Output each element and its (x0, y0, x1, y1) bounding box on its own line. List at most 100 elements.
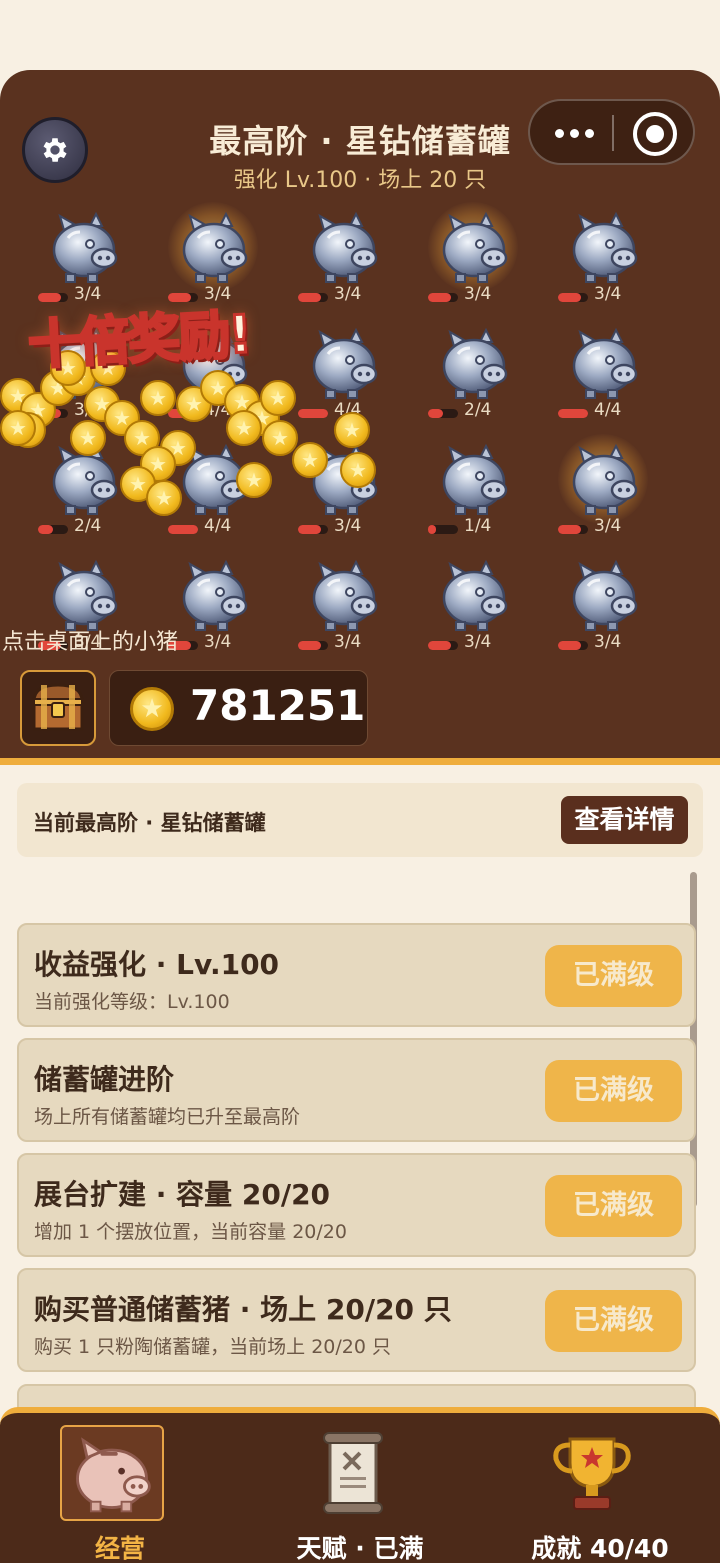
pig-progress-fill (298, 641, 321, 650)
pig-progress-bar (298, 525, 328, 534)
maxed-button[interactable]: 已满级 (545, 1290, 682, 1352)
pig-slot[interactable]: 3/4 (418, 556, 528, 666)
upgrade-title: 收益强化 · Lv.100 (34, 948, 280, 981)
pig-slot[interactable]: 3/4 (418, 202, 528, 318)
gear-icon (43, 138, 67, 162)
upgrade-row-buy-pig: 购买普通储蓄猪 · 场上 20/20 只 购买 1 只粉陶储蓄罐，当前场上 20… (17, 1268, 696, 1372)
treasure-chest-button[interactable] (20, 670, 96, 746)
tab-talent[interactable]: 天赋 · 已满 (240, 1419, 480, 1563)
bottom-nav: 经营 天赋 · 已满 成就 40/40 (0, 1407, 720, 1563)
pig-progress-bar (558, 641, 588, 650)
reward-banner: 十倍奖励! (25, 303, 253, 378)
silver-piggy-bank-icon (312, 559, 378, 631)
pig-progress-fill (168, 525, 198, 534)
silver-piggy-bank-icon (312, 211, 378, 283)
tab-label: 经营 (94, 1534, 145, 1563)
upgrade-title: 展台扩建 · 容量 20/20 (34, 1178, 331, 1211)
maxed-button[interactable]: 已满级 (545, 945, 682, 1007)
capsule-divider (612, 115, 614, 151)
pig-slot[interactable]: 4/4 (548, 324, 658, 434)
pig-progress-bar (38, 525, 68, 534)
tab-achievements[interactable]: 成就 40/40 (480, 1419, 720, 1563)
upgrade-description: 当前强化等级：Lv.100 (34, 991, 230, 1013)
pig-progress-bar (428, 293, 458, 302)
pig-progress-fill (428, 293, 451, 302)
upgrade-title: 购买普通储蓄猪 · 场上 20/20 只 (34, 1293, 452, 1326)
tab-manage[interactable]: 经营 (0, 1419, 240, 1563)
pig-progress-bar (298, 641, 328, 650)
pig-progress-bar (428, 409, 458, 418)
silver-piggy-bank-icon (442, 559, 508, 631)
pig-progress-label: 3/4 (204, 632, 232, 652)
miniprogram-capsule (528, 99, 695, 165)
view-details-button[interactable]: 查看详情 (561, 796, 688, 844)
upgrade-description: 购买 1 只粉陶储蓄罐，当前场上 20/20 只 (34, 1336, 392, 1358)
current-tier-card: 当前最高阶 · 星钻储蓄罐 查看详情 (17, 783, 703, 857)
star-coin-icon (130, 687, 174, 731)
pig-slot[interactable]: 3/4 (548, 434, 658, 550)
more-dots-icon[interactable] (544, 111, 604, 155)
silver-piggy-bank-icon (572, 211, 638, 283)
pig-progress-label: 4/4 (204, 516, 232, 536)
current-tier-label: 当前最高阶 · 星钻储蓄罐 (33, 811, 266, 835)
pig-progress-label: 3/4 (334, 632, 362, 652)
pig-progress-label: 3/4 (74, 400, 102, 420)
pig-progress-bar (168, 409, 198, 418)
settings-button[interactable] (22, 117, 88, 183)
upgrade-description: 增加 1 个摆放位置，当前容量 20/20 (34, 1221, 347, 1243)
pig-progress-fill (558, 293, 581, 302)
tab-label: 成就 40/40 (531, 1534, 669, 1563)
maxed-button[interactable]: 已满级 (545, 1060, 682, 1122)
pig-progress-label: 3/4 (464, 632, 492, 652)
silver-piggy-bank-icon (182, 443, 248, 515)
pig-progress-label: 4/4 (334, 400, 362, 420)
panel-divider (0, 758, 720, 765)
pig-progress-fill (558, 525, 581, 534)
silver-piggy-bank-icon (182, 559, 248, 631)
pig-progress-fill (38, 293, 61, 302)
pig-progress-bar (558, 293, 588, 302)
silver-piggy-bank-icon (312, 327, 378, 399)
target-close-icon[interactable] (633, 112, 677, 156)
pig-progress-fill (298, 525, 321, 534)
pig-slot[interactable]: 2/4 (28, 440, 138, 550)
pig-slot[interactable]: 3/4 (288, 440, 398, 550)
pig-progress-bar (558, 525, 588, 534)
pig-progress-label: 3/4 (594, 516, 622, 536)
page-title: 最高阶 · 星钻储蓄罐 (209, 122, 511, 160)
pig-slot[interactable]: 3/4 (288, 556, 398, 666)
pig-slot[interactable]: 3/4 (548, 208, 658, 318)
pig-progress-label: 3/4 (464, 284, 492, 304)
pig-slot[interactable]: 3/4 (548, 556, 658, 666)
silver-piggy-bank-icon (182, 211, 248, 283)
pig-progress-label: 4/4 (594, 400, 622, 420)
pig-progress-fill (298, 409, 328, 418)
pig-progress-label: 4/4 (204, 400, 232, 420)
pig-progress-label: 2/4 (464, 400, 492, 420)
silver-piggy-bank-icon (572, 559, 638, 631)
upgrade-title: 储蓄罐进阶 (34, 1063, 175, 1096)
coin-count: 781251 (190, 681, 366, 730)
pig-slot[interactable]: 1/4 (418, 440, 528, 550)
piggy-bank-icon (60, 1425, 164, 1521)
upgrade-row-tier: 储蓄罐进阶 场上所有储蓄罐均已升至最高阶 已满级 (17, 1038, 696, 1142)
treasure-chest-icon (32, 683, 84, 731)
page-subtitle: 强化 Lv.100 · 场上 20 只 (233, 168, 487, 193)
pig-progress-bar (428, 525, 458, 534)
scroll-icon (300, 1425, 404, 1521)
pig-progress-fill (558, 641, 581, 650)
pig-progress-bar (298, 409, 328, 418)
silver-piggy-bank-icon (442, 211, 508, 283)
pig-progress-fill (38, 525, 53, 534)
pig-progress-label: 2/4 (74, 516, 102, 536)
pig-slot[interactable]: 4/4 (158, 440, 268, 550)
pig-progress-fill (428, 525, 436, 534)
pig-progress-label: 3/4 (594, 284, 622, 304)
pig-progress-bar (558, 409, 588, 418)
pig-slot[interactable]: 2/4 (418, 324, 528, 434)
maxed-button[interactable]: 已满级 (545, 1175, 682, 1237)
tab-label: 天赋 · 已满 (296, 1534, 424, 1563)
pig-progress-fill (38, 409, 61, 418)
upgrade-description: 场上所有储蓄罐均已升至最高阶 (34, 1106, 301, 1128)
silver-piggy-bank-icon (442, 443, 508, 515)
